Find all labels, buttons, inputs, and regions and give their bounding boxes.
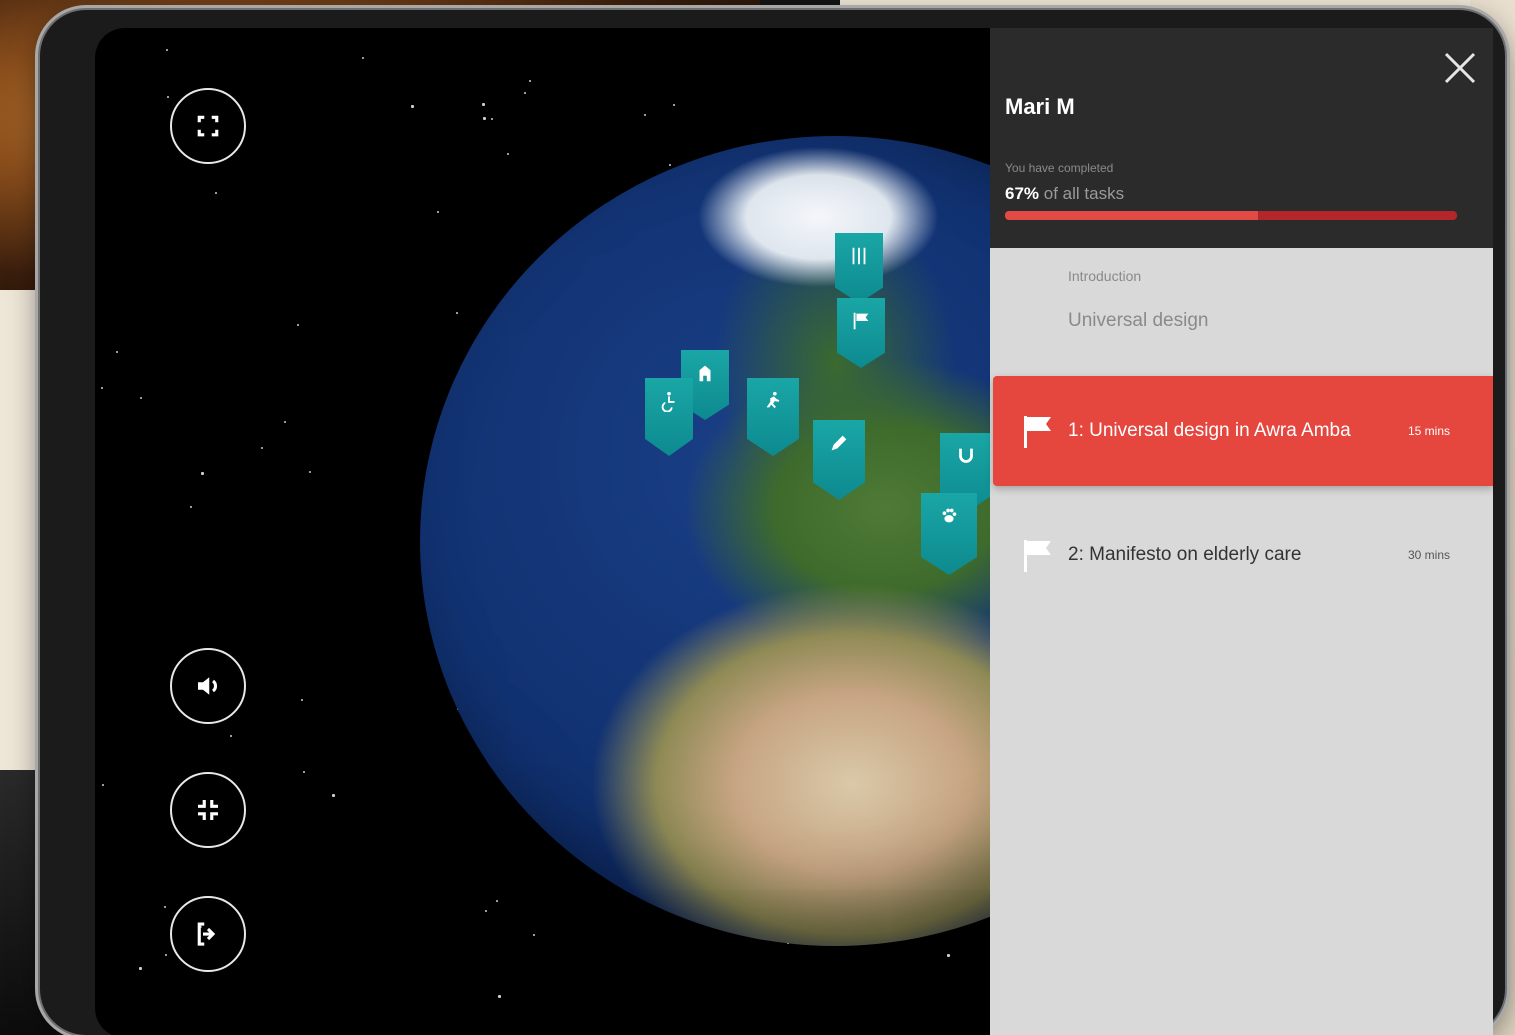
progress-bar <box>1005 211 1457 220</box>
star <box>529 80 531 82</box>
star <box>483 117 486 120</box>
flag-icon <box>1024 416 1051 448</box>
progress-percent: 67% <box>1005 184 1040 203</box>
progress-summary: 67% of all tasks <box>1005 184 1124 204</box>
star <box>482 103 485 106</box>
star <box>309 471 311 473</box>
star <box>496 900 498 902</box>
user-name: Mari M <box>1005 94 1075 119</box>
star <box>102 784 104 786</box>
task-title: 1: Universal design in Awra Amba <box>1068 420 1351 441</box>
section-introduction[interactable]: Introduction <box>1068 268 1141 284</box>
star <box>201 472 204 475</box>
star <box>644 114 646 116</box>
progress-bar-fill <box>1005 211 1259 220</box>
task-panel: Mari M You have completed 67% of all tas… <box>990 28 1493 1035</box>
star <box>947 954 950 957</box>
speaker-icon <box>198 677 218 695</box>
exit-button[interactable] <box>170 896 246 972</box>
progress-caption: You have completed <box>1005 161 1114 175</box>
panel-header: Mari M You have completed 67% of all tas… <box>990 28 1493 248</box>
progress-suffix: of all tasks <box>1039 184 1125 203</box>
star <box>166 49 168 51</box>
star <box>139 967 142 970</box>
exit-icon <box>197 922 216 946</box>
horseshoe-icon <box>959 448 973 463</box>
star <box>303 771 305 773</box>
star <box>284 421 286 423</box>
task-item-2[interactable]: 2: Manifesto on elderly care 30 mins <box>993 500 1493 610</box>
star <box>411 105 414 108</box>
flag-icon <box>1024 540 1051 572</box>
task-title: 2: Manifesto on elderly care <box>1068 544 1302 565</box>
star <box>437 211 439 213</box>
star <box>498 995 501 998</box>
star <box>164 906 166 908</box>
star <box>332 794 335 797</box>
star <box>456 312 458 314</box>
star <box>116 351 118 353</box>
scene: Mari M You have completed 67% of all tas… <box>0 0 1515 1035</box>
star <box>507 153 509 155</box>
app-screen: Mari M You have completed 67% of all tas… <box>95 28 1493 1035</box>
expand-icon <box>197 115 219 137</box>
star <box>533 934 535 936</box>
task-duration: 30 mins <box>1408 548 1451 562</box>
task-item-1[interactable]: 1: Universal design in Awra Amba 15 mins <box>993 376 1493 486</box>
accessibility-icon <box>661 391 675 412</box>
star <box>669 164 671 166</box>
star <box>362 57 364 59</box>
star <box>261 447 263 449</box>
star <box>190 506 192 508</box>
star <box>673 104 675 106</box>
collapse-button[interactable] <box>170 772 246 848</box>
running-icon <box>766 391 780 409</box>
close-button[interactable] <box>1440 48 1480 88</box>
star <box>301 699 303 701</box>
section-universal-design[interactable]: Universal design <box>1068 310 1208 332</box>
star <box>485 910 487 912</box>
building-icon <box>699 365 711 382</box>
star <box>215 192 217 194</box>
cutlery-icon <box>852 247 866 265</box>
star <box>524 92 526 94</box>
paw-icon <box>942 508 957 523</box>
globe-map[interactable] <box>95 28 990 1035</box>
pen-icon <box>831 435 847 451</box>
sound-button[interactable] <box>170 648 246 724</box>
star <box>140 397 142 399</box>
globe[interactable] <box>420 136 990 946</box>
star <box>491 118 493 120</box>
star <box>165 954 167 956</box>
flag-banner-icon <box>853 312 869 330</box>
star <box>167 96 169 98</box>
fullscreen-button[interactable] <box>170 88 246 164</box>
tablet-device: Mari M You have completed 67% of all tas… <box>40 10 1505 1035</box>
task-duration: 15 mins <box>1408 424 1451 438</box>
close-icon <box>1444 52 1476 84</box>
star <box>101 387 103 389</box>
star <box>230 735 232 737</box>
star <box>297 324 299 326</box>
compress-icon <box>198 800 218 820</box>
